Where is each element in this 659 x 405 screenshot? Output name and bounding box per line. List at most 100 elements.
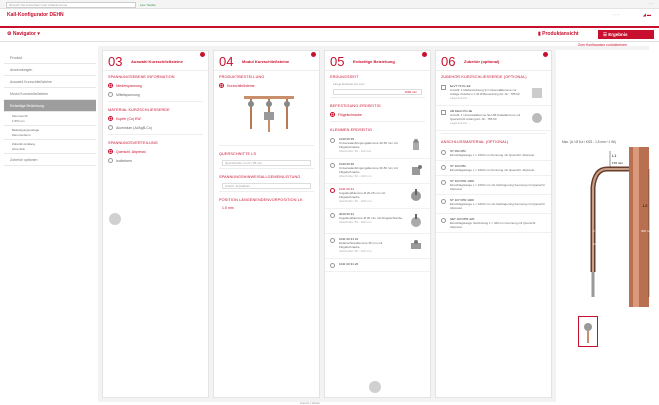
radio-option[interactable]: Isolierkern [103, 156, 208, 165]
section-heading: ZUBEHÖR KURZSCHLIESSERDE (OPTIONAL) [441, 75, 527, 79]
section-heading: POSITION LÄNGENENDENVORPOSITION LK [219, 198, 303, 202]
search-input[interactable]: Wonach Sie Ausschau? oder Artikelnummer [6, 2, 136, 8]
product-view-button[interactable]: ▮ Produktansicht [538, 31, 579, 37]
clamp-image [411, 214, 421, 227]
dim-l2-value: 2 500 mm [593, 229, 607, 233]
step-header: 03 Auswahl Kurzschließsteine [103, 51, 208, 71]
radio-option[interactable]: Kupfer (Cu) EW [103, 114, 208, 123]
option-label: Isolierkern [116, 158, 133, 163]
radio-icon [330, 163, 335, 168]
accessory-image [532, 113, 542, 123]
dim-l2-label: L2 [643, 203, 648, 208]
clamp-item[interactable]: 1041 00 91 10 Erdanschlussklemme 35 mm mi… [325, 234, 430, 259]
clamp-item[interactable]: 1041 00 91 Kugelkopfklemme Ø 20-25 mm mit… [325, 184, 430, 209]
connection-item[interactable]: ST 002 MM Einschlagstange L = 1000 mm Ken… [436, 146, 551, 161]
info-badge[interactable] [422, 52, 427, 57]
step-column-06: 06 Zubehör (optional) ZUBEHÖR KURZSCHLIE… [435, 50, 552, 398]
connection-item[interactable]: ST 107 FPR 1000 Einschlagstange L = 1000 … [436, 195, 551, 214]
pager[interactable]: Zurück | Weiter [300, 401, 320, 405]
option-label: Kupfer (Cu) EW [116, 116, 141, 121]
item-desc: Kugelkopfklemme Ø 20-25 mm mit Flügelsch… [339, 191, 386, 199]
navigator-menu[interactable]: ⚙ Navigator ▾ [7, 31, 40, 37]
radio-icon [330, 213, 335, 218]
thumbnail-image[interactable] [578, 316, 598, 347]
item-desc: Erdanschlussklemme 35 mm mit Flügelschra… [339, 241, 383, 249]
connection-item[interactable]: ST 103 MM Einschlagstange L = 1000 mm Ken… [436, 161, 551, 176]
connection-item[interactable]: SET 103 FPR 420 Einschlagstange Verbindun… [436, 214, 551, 233]
top-right-links[interactable]: ⋯ [649, 1, 653, 6]
length-input[interactable]: 1000 mm [333, 89, 422, 95]
info-badge[interactable] [200, 52, 205, 57]
item-desc: Anzahl: 1 Universalklemme Set AB Kabelkl… [450, 113, 521, 121]
item-sub: Abschnitte: 50 - 100 mm [339, 220, 372, 224]
divider [108, 101, 203, 102]
radio-icon [441, 150, 446, 155]
top-strip: Wonach Sie Ausschau? oder Artikelnummer … [0, 0, 659, 9]
info-badge[interactable] [311, 52, 316, 57]
section-heading: SPANNUNGSVERTEILUNG [108, 141, 158, 145]
radio-icon [330, 138, 335, 143]
clamp-item[interactable]: 1041 00 91 20 [325, 259, 430, 272]
section-heading: SPANNUNGSHINWEISALLGEMEINLEITUNG [219, 175, 301, 179]
radio-option[interactable]: Kurzschließsteine [214, 81, 319, 90]
section-heading: BEFESTIGUNG ERDSEITIG [330, 104, 381, 108]
radio-option[interactable]: Querschl. Abpresst [103, 147, 208, 156]
dropdown-field[interactable]: Anschl. auswählen [222, 183, 311, 189]
step-column-03: 03 Auswahl Kurzschließsteine SPANNUNGSEB… [102, 50, 209, 398]
section-heading: QUERSCHNITTE LS [219, 152, 257, 156]
divider [330, 121, 425, 122]
clamp-item[interactable]: 3010 00 91 Kugelkopfklemme Ø 30 mm mit Fl… [325, 209, 430, 234]
dim-l1-value: 170 mm [612, 161, 623, 165]
sidebar-item-erdseitige[interactable]: Erdseitige Beiziehung [4, 100, 96, 112]
sidebar-item-anwendungen[interactable]: Anwendungen [4, 64, 96, 76]
item-desc: Einschlagstange L = 1000 mm Kennung mit … [450, 153, 535, 157]
step-number: 04 [219, 54, 234, 69]
section-heading: MATERIAL KURZSCHLIESSERDE [108, 108, 170, 112]
item-desc: Einschlagstange Verbindung L = 420 mm Ke… [450, 221, 537, 229]
radio-icon [441, 199, 446, 204]
brand-bar [0, 9, 659, 26]
sidebar-sub-value: Klemmenform [12, 132, 31, 137]
search-button[interactable]: Los / Suche [140, 2, 166, 8]
option-label: Niederspannung [116, 83, 142, 88]
info-badge[interactable] [543, 52, 548, 57]
section-heading: KLEMMEN ERDSEITIG [330, 128, 372, 132]
results-button[interactable]: ☰ Ergebnis [598, 30, 654, 39]
radio-option[interactable]: Aluminium (Al/AgB-Cu) [103, 123, 208, 132]
radio-icon [441, 180, 446, 185]
radio-icon [219, 83, 224, 88]
clamp-item[interactable]: 1040 00 96 Universalanbringungsklemme 30-… [325, 159, 430, 184]
radio-icon [330, 263, 335, 268]
clamp-item[interactable]: 1040 00 95 Universalanbringungsklemme 30-… [325, 134, 430, 159]
section-heading: ERDUNGSSEIT [330, 75, 359, 79]
back-circle-button[interactable] [109, 213, 121, 225]
sidebar-item-modul[interactable]: Modul Kurzschließsteine [4, 88, 96, 100]
radio-option[interactable]: Flügelschraube [325, 110, 430, 119]
navbar: ⚙ Navigator ▾ ▮ Produktansicht ☰ Ergebni… [0, 28, 659, 42]
sidebar-sub-value: 1.5/5 mm [12, 118, 25, 123]
divider [219, 145, 314, 146]
sidebar-item-produkt[interactable]: Produkt [4, 52, 96, 64]
accessory-item[interactable]: AB FELD PG 4E Anzahl: 1 Universalklemme S… [436, 106, 551, 131]
sidebar-item-zubehoer-optionen[interactable]: Zubehör optionen [4, 154, 96, 166]
dropdown-field[interactable]: Querschnitte / mm² / 95 mm [222, 160, 311, 166]
sidebar-subgroup-zubehoer[interactable]: Zubehör-Anklang ohne Zub. [4, 140, 96, 154]
sidebar-item-auswahl[interactable]: Auswahl Kurzschließsteine [4, 76, 96, 88]
option-label: Flügelschraube [338, 112, 362, 117]
connection-item[interactable]: ST 103 FPR 1000 Einschlagstange L = 1000 … [436, 176, 551, 195]
sidebar-subgroup-befestigung[interactable]: Befestigungsvorlage Klemmenform [4, 126, 96, 140]
user-icon[interactable]: ◢ ▬ [643, 12, 651, 17]
radio-option[interactable]: Mittelspannung [103, 90, 208, 99]
language-switch[interactable]: ◦ ◦ ◦ [613, 12, 619, 17]
clamp-image [411, 189, 421, 201]
radio-icon [108, 116, 113, 121]
item-desc: Universalanbringungsklemme 30-50 mm mit … [339, 166, 398, 174]
scroll-circle-button[interactable] [369, 381, 381, 393]
radio-option[interactable]: Niederspannung [103, 81, 208, 90]
divider [108, 134, 203, 135]
step-title: Erdseitige Beiziehung [353, 59, 395, 64]
sidebar-subgroup-klemmen[interactable]: Klemmen B 1.5/5 mm [4, 112, 96, 126]
clamp-image [413, 139, 419, 150]
accessory-item[interactable]: ELVT 70 KL EZ Anzahl: 1 Meßanordnung 2x U… [436, 81, 551, 106]
radio-icon [108, 125, 113, 130]
